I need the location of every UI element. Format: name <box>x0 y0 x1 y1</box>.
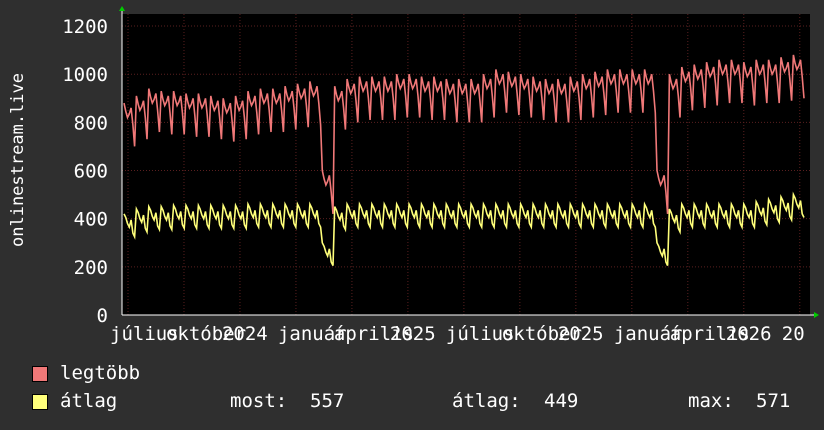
stat-average-label: átlag: <box>452 390 521 412</box>
stat-average-value: 449 <box>544 390 579 412</box>
plot-area <box>122 14 810 315</box>
y-axis-arrow <box>119 6 125 11</box>
legend-swatch-avg <box>32 394 48 410</box>
x-tick-label: 20 <box>782 323 805 345</box>
legend-swatch-max <box>32 366 48 382</box>
y-tick-label: 200 <box>74 257 108 279</box>
y-tick-label: 600 <box>74 161 108 183</box>
stat-max-value: 571 <box>756 390 791 412</box>
legend-label-max: legtöbb <box>60 362 141 384</box>
x-tick-label: 2025 <box>390 323 436 345</box>
y-tick-label: 800 <box>74 112 108 134</box>
x-tick-label: 2024 <box>222 323 268 345</box>
x-tick-label: 2025 <box>558 323 604 345</box>
y-tick-label: 1000 <box>62 64 108 86</box>
y-tick-label: 400 <box>74 209 108 231</box>
stat-current-label: most: <box>230 390 288 412</box>
legend-label-avg: átlag <box>60 390 118 412</box>
y-tick-label: 0 <box>97 305 108 327</box>
y-tick-label: 1200 <box>62 16 108 38</box>
stat-current-value: 557 <box>310 390 345 412</box>
x-axis-arrow <box>814 312 819 318</box>
x-tick-label: 2026 <box>726 323 772 345</box>
stat-max-label: max: <box>688 390 734 412</box>
y-axis-label: onlinestream.live <box>8 73 28 247</box>
